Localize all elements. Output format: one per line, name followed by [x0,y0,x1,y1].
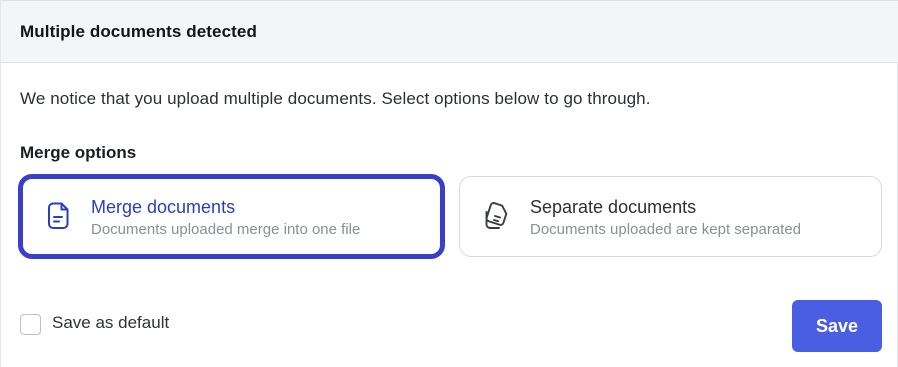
separate-documents-option[interactable]: Separate documents Documents uploaded ar… [459,176,882,257]
dialog-header: Multiple documents detected [1,0,898,63]
save-as-default-toggle[interactable]: Save as default [20,312,170,335]
multiple-documents-dialog: Multiple documents detected We notice th… [0,0,898,367]
dialog-title: Multiple documents detected [20,21,257,41]
merge-documents-description: Documents uploaded merge into one file [91,221,361,238]
notice-text: We notice that you upload multiple docum… [20,89,651,108]
save-button[interactable]: Save [792,300,882,352]
separate-documents-icon [482,201,512,231]
separate-documents-title: Separate documents [530,197,697,217]
save-as-default-label: Save as default [52,312,170,332]
merge-options-heading: Merge options [20,143,137,162]
separate-documents-description: Documents uploaded are kept separated [530,221,802,238]
merge-document-icon [43,201,73,231]
save-as-default-checkbox[interactable] [20,314,41,335]
merge-documents-title: Merge documents [91,197,236,217]
merge-documents-option[interactable]: Merge documents Documents uploaded merge… [18,174,445,259]
